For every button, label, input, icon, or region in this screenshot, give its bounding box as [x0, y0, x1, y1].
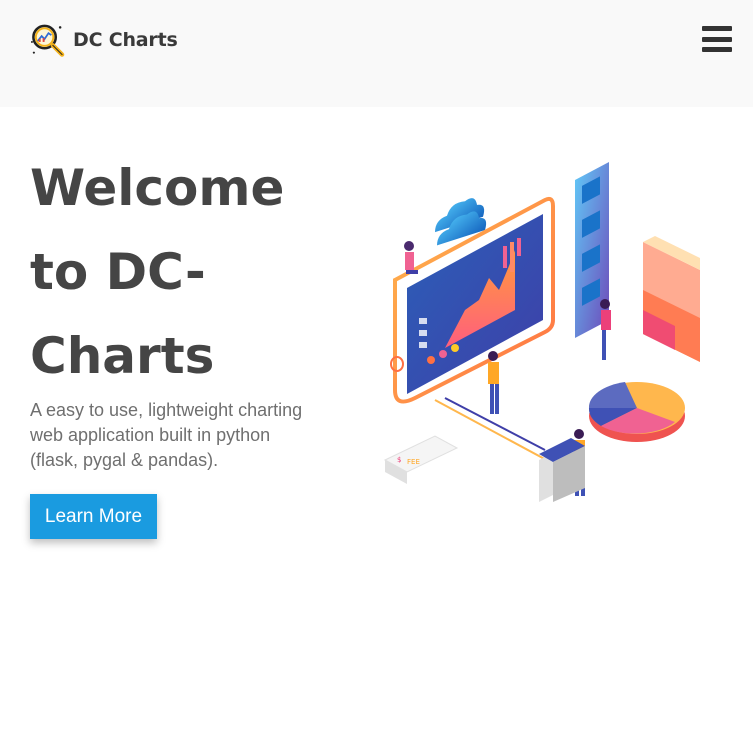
hero-subtitle: A easy to use, lightweight charting web …: [30, 400, 303, 470]
navbar: DC Charts: [0, 0, 753, 107]
hamburger-menu-icon[interactable]: [702, 26, 732, 52]
menu-bar: [702, 47, 732, 52]
menu-bar: [702, 36, 732, 42]
menu-bar: [702, 26, 732, 31]
color-swatch-block: [643, 236, 700, 362]
brand-name: DC Charts: [73, 29, 178, 51]
hero-title: Welcome to DC-Charts: [30, 159, 285, 385]
receipt-fee-label: FEE: [407, 458, 420, 466]
brand-link[interactable]: DC Charts: [30, 22, 178, 58]
isometric-data-dashboard-illustration: $ FEE: [383, 162, 700, 502]
receipt-dollar-label: $: [397, 456, 401, 464]
pie-chart: [588, 382, 685, 442]
receipt-box: $ FEE: [383, 435, 459, 484]
learn-more-button[interactable]: Learn More: [30, 494, 157, 539]
magnifier-chart-icon: [30, 24, 65, 57]
